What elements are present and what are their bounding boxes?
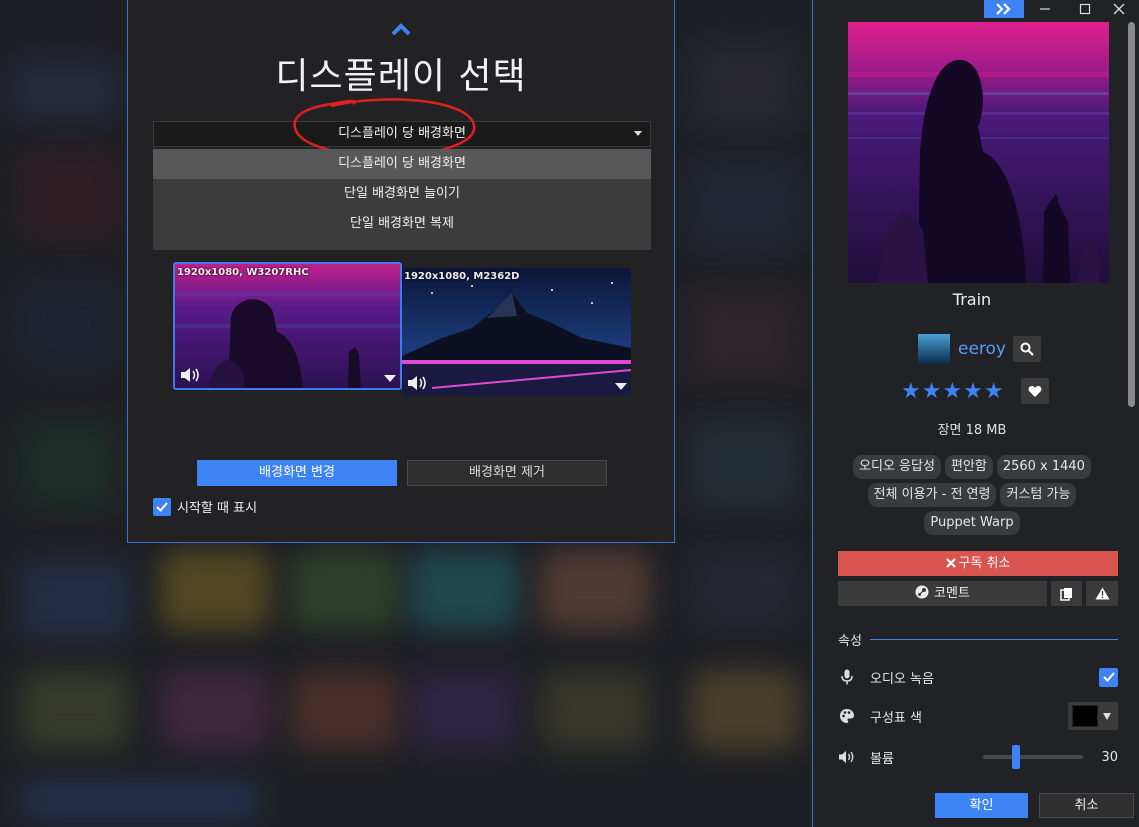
dropdown-option[interactable]: 단일 배경화면 복제 (153, 209, 651, 239)
steam-icon (915, 585, 929, 599)
checkmark-icon (1102, 672, 1115, 682)
rating-row: ★★★★★ (901, 378, 1049, 404)
volume-slider-handle[interactable] (1012, 745, 1020, 769)
volume-label: 볼륨 (870, 751, 894, 767)
ok-button[interactable]: 확인 (935, 793, 1028, 818)
dropdown-option[interactable]: 단일 배경화면 늘이기 (153, 179, 651, 209)
checkmark-icon (156, 501, 168, 512)
wallpaper-title: Train (952, 290, 992, 309)
scheme-color-row: 구성표 색 (838, 702, 1118, 730)
speaker-icon[interactable] (406, 374, 428, 392)
divider (869, 639, 1118, 640)
volume-row: 볼륨 30 (838, 745, 1118, 769)
unsubscribe-label: 구독 취소 (958, 556, 1011, 571)
copy-icon (1060, 587, 1072, 601)
volume-value: 30 (1101, 749, 1118, 765)
comment-button[interactable]: 코멘트 (838, 581, 1047, 606)
tag[interactable]: Puppet Warp (924, 511, 1020, 535)
speaker-icon (838, 748, 856, 766)
wallpaper-mode-dropdown: 디스플레이 당 배경화면 단일 배경화면 늘이기 단일 배경화면 복제 (153, 149, 651, 250)
copy-button[interactable] (1051, 581, 1082, 606)
expand-panel-button[interactable] (984, 0, 1024, 18)
show-on-start-checkbox[interactable] (153, 497, 171, 516)
monitor-1-label: 1920x1080, W3207RHC (177, 267, 309, 278)
report-button[interactable] (1086, 581, 1118, 606)
wallpaper-preview-image (848, 22, 1109, 283)
caret-down-icon (634, 131, 642, 136)
scrollbar-thumb[interactable] (1128, 22, 1135, 407)
double-chevron-right-icon (996, 3, 1011, 15)
show-on-start-row: 시작할 때 표시 (153, 497, 257, 516)
monitor-2-menu-caret-icon[interactable] (615, 383, 627, 390)
monitor-1-menu-caret-icon[interactable] (384, 375, 396, 382)
monitor-1-preview[interactable]: 1920x1080, W3207RHC (173, 262, 402, 390)
microphone-icon (838, 668, 856, 686)
audio-record-row: 오디오 녹음 (838, 665, 1118, 689)
dialog-title: 디스플레이 선택 (275, 56, 527, 97)
maximize-icon (1079, 3, 1091, 15)
audio-record-label: 오디오 녹음 (870, 671, 934, 687)
maximize-button[interactable] (1075, 0, 1095, 18)
change-wallpaper-button[interactable]: 배경화면 변경 (197, 460, 397, 486)
tag[interactable]: 전체 이용가 - 전 연령 (867, 483, 997, 507)
monitor-2-label: 1920x1080, M2362D (404, 271, 520, 282)
x-icon (945, 558, 956, 568)
search-author-button[interactable] (1013, 336, 1041, 362)
search-icon (1020, 342, 1034, 356)
tag[interactable]: 커스텀 가능 (1000, 483, 1077, 507)
chevron-up-icon[interactable] (390, 21, 412, 37)
favorite-button[interactable] (1020, 378, 1049, 404)
rating-stars: ★★★★★ (901, 378, 1005, 404)
monitor-2-wallpaper (402, 268, 631, 396)
remove-wallpaper-button[interactable]: 배경화면 제거 (407, 460, 607, 486)
tag[interactable]: 오디오 응답성 (853, 455, 941, 479)
caret-down-icon (1103, 712, 1111, 720)
properties-heading-label: 속성 (838, 634, 862, 649)
unsubscribe-button[interactable]: 구독 취소 (838, 551, 1118, 576)
heart-icon (1028, 385, 1042, 397)
audio-record-checkbox[interactable] (1099, 667, 1118, 687)
comment-label: 코멘트 (934, 586, 970, 601)
author-avatar[interactable] (918, 334, 950, 364)
close-button[interactable] (1109, 0, 1129, 18)
dropdown-option[interactable]: 디스플레이 당 배경화면 (153, 149, 651, 179)
color-swatch (1072, 705, 1098, 727)
wallpaper-meta: 장면 18 MB (937, 423, 1007, 438)
scheme-color-picker[interactable] (1068, 702, 1118, 730)
monitor-2-preview[interactable]: 1920x1080, M2362D (402, 268, 631, 396)
warning-icon (1095, 587, 1109, 600)
display-select-dialog: 디스플레이 선택 디스플레이 당 배경화면 디스플레이 당 배경화면 단일 배경… (127, 0, 675, 543)
close-icon (1113, 3, 1125, 15)
tag-list: 오디오 응답성 편안함 2560 x 1440 전체 이용가 - 전 연령 커스… (833, 453, 1111, 537)
tag[interactable]: 편안함 (944, 455, 993, 479)
palette-icon (838, 707, 856, 725)
author-row: eeroy (918, 334, 1041, 364)
minimize-button[interactable] (1035, 0, 1055, 18)
tag[interactable]: 2560 x 1440 (996, 455, 1091, 479)
properties-heading: 속성 (838, 630, 1118, 649)
minimize-icon (1040, 8, 1050, 10)
cancel-button[interactable]: 취소 (1039, 793, 1134, 818)
volume-slider[interactable] (983, 745, 1083, 769)
speaker-icon[interactable] (179, 366, 201, 384)
monitor-1-wallpaper (175, 264, 400, 388)
show-on-start-label: 시작할 때 표시 (177, 501, 258, 516)
scheme-color-label: 구성표 색 (870, 710, 922, 726)
wallpaper-details-panel: Train eeroy ★★★★★ 장면 18 MB 오디오 응답성 편안함 2… (812, 0, 1139, 827)
author-name-link[interactable]: eeroy (958, 339, 1006, 359)
